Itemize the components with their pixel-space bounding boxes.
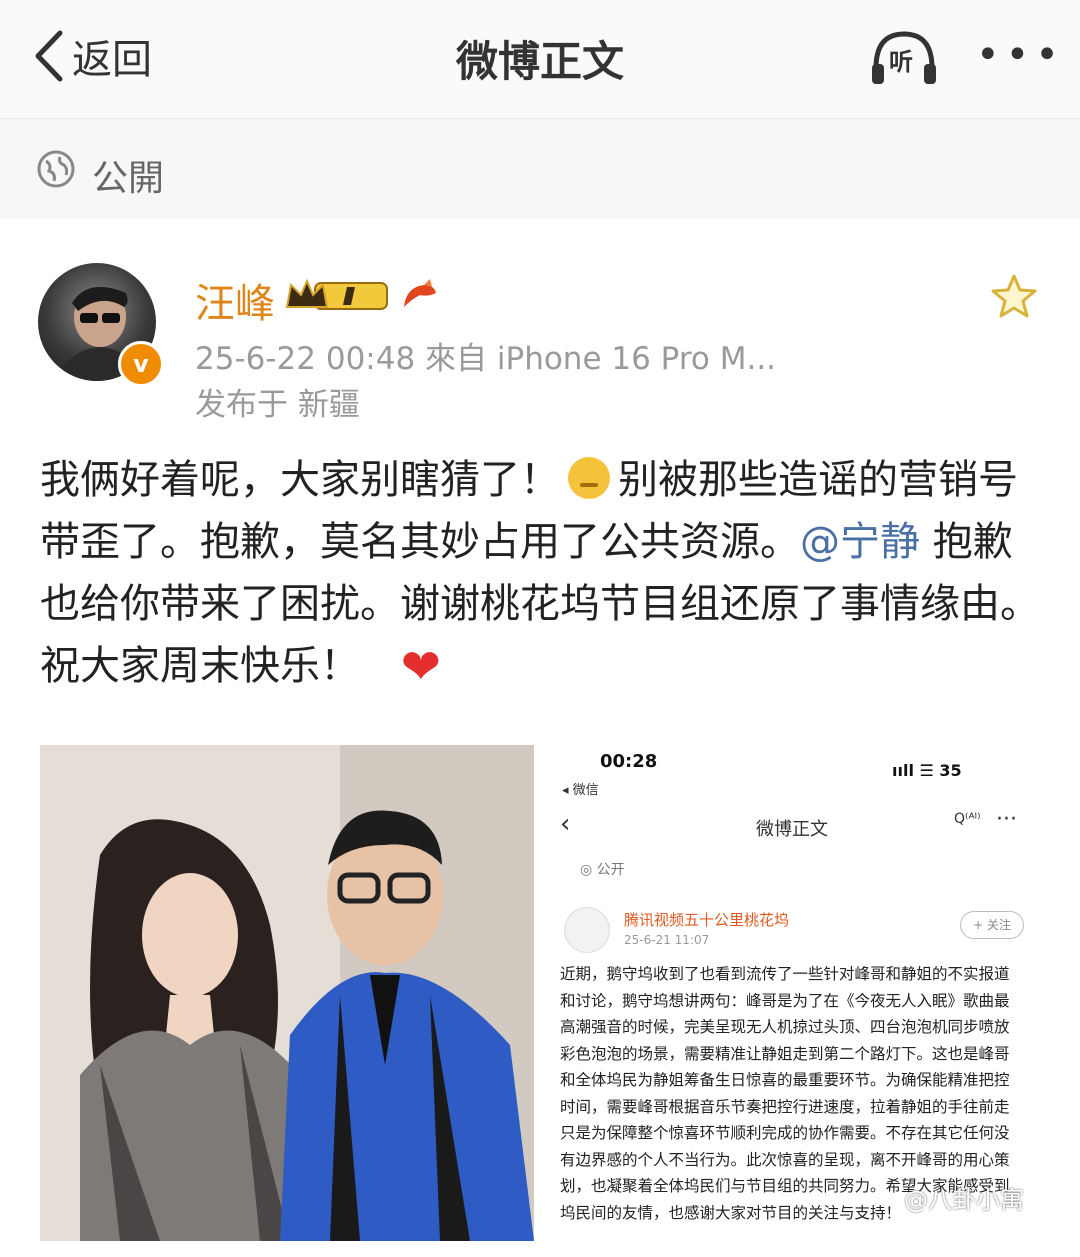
visibility-label: 公開	[92, 158, 165, 199]
embedded-screenshot[interactable]: 00:28 ◂ 微信 ııll ☰ 35 ‹ 微博正文 Q⁽ᴬᴵ⁾ ··· ◎ …	[552, 745, 1040, 1241]
visibility-bar: 公開	[0, 119, 1080, 219]
shot-more-icon: ···	[996, 807, 1017, 832]
watermark: @八卦小寓	[904, 1186, 1024, 1214]
shot-status-icons: ııll ☰ 35	[892, 761, 962, 780]
post-card: v 汪峰 25-6-22 00:48 來自 iPhone 16 Pro M...…	[0, 219, 1080, 1257]
heart-emoji-icon: ❤	[400, 639, 441, 695]
post-timestamp-source: 25-6-22 00:48 來自 iPhone 16 Pro M...	[195, 341, 777, 377]
shot-account-avatar	[564, 907, 610, 953]
post-photo[interactable]	[40, 745, 534, 1241]
thinking-emoji-icon	[568, 457, 610, 499]
globe-icon	[37, 150, 75, 188]
vip-crown-icon	[285, 278, 388, 310]
content-text-1: 我俩好着呢，大家别瞎猜了！	[40, 457, 560, 503]
shot-account-name: 腾讯视频五十公里桃花坞	[624, 911, 790, 929]
listen-button[interactable]: 听	[868, 28, 940, 88]
more-button[interactable]: •••	[976, 35, 1065, 75]
shot-ai-search-icon: Q⁽ᴬᴵ⁾	[954, 811, 981, 827]
author-name[interactable]: 汪峰	[195, 271, 275, 329]
koi-fish-icon	[404, 279, 436, 307]
mention-link[interactable]: @宁静	[800, 519, 920, 565]
post-location: 发布于 新疆	[195, 387, 360, 423]
listen-label: 听	[889, 48, 913, 76]
post-content: 我俩好着呢，大家别瞎猜了！ 别被那些造谣的营销号带歪了。抱歉，莫名其妙占用了公共资…	[40, 449, 1040, 698]
shot-app-return: ◂ 微信	[562, 783, 599, 798]
shot-time: 00:28	[600, 751, 658, 772]
photo-image	[40, 745, 534, 1241]
top-bar: 返回 微博正文 听 •••	[0, 0, 1080, 119]
shot-visibility: ◎ 公开	[580, 862, 625, 878]
shot-date: 25-6-21 11:07	[624, 933, 710, 947]
verified-badge: v	[118, 341, 164, 387]
favorite-star-icon[interactable]	[990, 273, 1038, 319]
shot-follow-button: + 关注	[960, 911, 1024, 939]
